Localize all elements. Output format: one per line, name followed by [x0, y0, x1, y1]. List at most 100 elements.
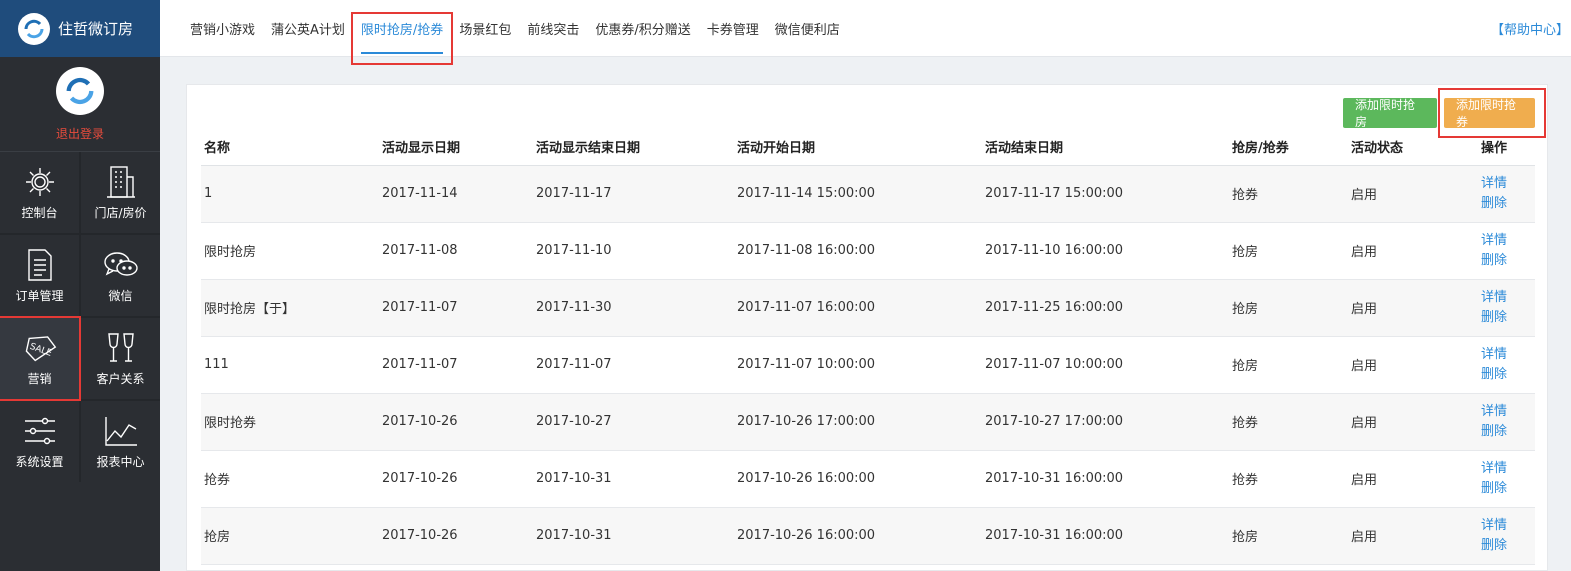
- tab-label: 微信便利店: [774, 22, 840, 38]
- column-header: 活动状态: [1348, 129, 1478, 166]
- cell-name: 抢券: [201, 450, 379, 508]
- help-center-link[interactable]: 【帮助中心】: [1491, 0, 1571, 57]
- table-row: 限时抢房【于】 2017-11-07 2017-11-30 2017-11-07…: [201, 279, 1535, 337]
- cell-display-date: 2017-11-14: [379, 165, 533, 223]
- nav-orders[interactable]: 订单管理: [0, 235, 79, 316]
- cell-display-date: 2017-10-26: [379, 393, 533, 451]
- detail-link[interactable]: 详情: [1481, 345, 1535, 365]
- tab-frontline-assault[interactable]: 前线突击: [519, 0, 587, 57]
- tab-label: 卡券管理: [706, 22, 759, 38]
- delete-link[interactable]: 删除: [1481, 194, 1535, 214]
- detail-link[interactable]: 详情: [1481, 231, 1535, 251]
- sale-tag-icon: SALE: [22, 331, 58, 365]
- column-header: 抢房/抢券: [1229, 129, 1348, 166]
- tab-marketing-games[interactable]: 营销小游戏: [182, 0, 263, 57]
- cell-status: 启用: [1348, 507, 1478, 565]
- cell-type: 抢房: [1229, 336, 1348, 394]
- cell-actions: 详情 删除: [1478, 450, 1535, 508]
- delete-link[interactable]: 删除: [1481, 536, 1535, 556]
- nav-wechat[interactable]: 微信: [81, 235, 160, 316]
- wechat-icon: [103, 248, 139, 282]
- delete-link[interactable]: 删除: [1481, 251, 1535, 271]
- cell-name: 限时抢券: [201, 393, 379, 451]
- table-row: 限时抢券 2017-10-26 2017-10-27 2017-10-26 17…: [201, 393, 1535, 451]
- cell-display-date: 2017-11-07: [379, 336, 533, 394]
- sun-gear-icon: [23, 165, 57, 199]
- table-row: 抢房 2017-10-26 2017-10-31 2017-10-26 16:0…: [201, 507, 1535, 565]
- cell-type: 抢房: [1229, 222, 1348, 280]
- cell-name: 限时抢房【于】: [201, 279, 379, 337]
- sidebar: 住哲微订房 退出登录 控制台 门店/房价 订单管理 微信 SALE 营销 客户关…: [0, 0, 160, 571]
- nav-label: 订单管理: [15, 288, 64, 303]
- main-nav: 控制台 门店/房价 订单管理 微信 SALE 营销 客户关系 系统设置 报表中心: [0, 152, 160, 482]
- top-tabs: 营销小游戏 蒲公英A计划 限时抢房/抢券 场景红包 前线突击 优惠券/积分赠送 …: [160, 0, 1571, 65]
- cell-end-date: 2017-10-31 16:00:00: [982, 507, 1229, 565]
- nav-store-price[interactable]: 门店/房价: [81, 152, 160, 233]
- tab-card-coupons[interactable]: 卡券管理: [699, 0, 767, 57]
- cell-display-end-date: 2017-11-30: [533, 279, 734, 337]
- cell-end-date: 2017-10-27 17:00:00: [982, 393, 1229, 451]
- logout-link[interactable]: 退出登录: [56, 125, 104, 142]
- tab-flash-sale[interactable]: 限时抢房/抢券: [350, 0, 454, 65]
- cell-type: 抢券: [1229, 450, 1348, 508]
- tab-scene-red-packet[interactable]: 场景红包: [451, 0, 519, 57]
- cell-status: 启用: [1348, 279, 1478, 337]
- nav-label: 客户关系: [96, 371, 145, 386]
- cell-status: 启用: [1348, 165, 1478, 223]
- cell-display-end-date: 2017-11-07: [533, 336, 734, 394]
- cell-display-date: 2017-11-08: [379, 222, 533, 280]
- nav-label: 报表中心: [96, 454, 145, 469]
- user-profile: 退出登录: [0, 57, 160, 152]
- cell-start-date: 2017-11-08 16:00:00: [734, 222, 982, 280]
- cell-status: 启用: [1348, 222, 1478, 280]
- tab-dandelion-plan[interactable]: 蒲公英A计划: [263, 0, 353, 57]
- cell-actions: 详情 删除: [1478, 507, 1535, 565]
- cell-name: 抢房: [201, 507, 379, 565]
- cell-display-end-date: 2017-11-10: [533, 222, 734, 280]
- document-icon: [26, 248, 54, 282]
- add-flash-coupon-button[interactable]: 添加限时抢券: [1444, 98, 1535, 129]
- detail-link[interactable]: 详情: [1481, 288, 1535, 308]
- detail-link[interactable]: 详情: [1481, 402, 1535, 422]
- cell-actions: 详情 删除: [1478, 222, 1535, 280]
- column-header: 活动显示结束日期: [533, 129, 734, 166]
- table-row: 1 2017-11-14 2017-11-17 2017-11-14 15:00…: [201, 165, 1535, 223]
- tab-wechat-store[interactable]: 微信便利店: [767, 0, 848, 57]
- brand-header[interactable]: 住哲微订房: [0, 0, 160, 57]
- delete-link[interactable]: 删除: [1481, 479, 1535, 499]
- cell-actions: 详情 删除: [1478, 393, 1535, 451]
- nav-label: 控制台: [21, 205, 58, 220]
- table-row: 抢券 2017-10-26 2017-10-31 2017-10-26 16:0…: [201, 450, 1535, 508]
- tab-label: 前线突击: [527, 22, 580, 38]
- tab-label: 营销小游戏: [190, 22, 256, 38]
- column-header: 活动结束日期: [982, 129, 1229, 166]
- cell-start-date: 2017-10-26 16:00:00: [734, 450, 982, 508]
- cell-name: 111: [201, 336, 379, 394]
- nav-customers[interactable]: 客户关系: [81, 318, 160, 399]
- column-header: 名称: [201, 129, 379, 166]
- add-flash-room-button[interactable]: 添加限时抢房: [1343, 98, 1437, 129]
- cell-end-date: 2017-10-31 16:00:00: [982, 450, 1229, 508]
- detail-link[interactable]: 详情: [1481, 174, 1535, 194]
- cell-end-date: 2017-11-17 15:00:00: [982, 165, 1229, 223]
- detail-link[interactable]: 详情: [1481, 516, 1535, 536]
- avatar[interactable]: [56, 66, 104, 115]
- cell-status: 启用: [1348, 450, 1478, 508]
- nav-reports[interactable]: 报表中心: [81, 401, 160, 482]
- table-row: 限时抢房 2017-11-08 2017-11-10 2017-11-08 16…: [201, 222, 1535, 280]
- brand-title: 住哲微订房: [58, 20, 134, 38]
- detail-link[interactable]: 详情: [1481, 459, 1535, 479]
- cell-start-date: 2017-11-07 10:00:00: [734, 336, 982, 394]
- nav-marketing[interactable]: SALE 营销: [0, 316, 81, 401]
- delete-link[interactable]: 删除: [1481, 365, 1535, 385]
- nav-settings[interactable]: 系统设置: [0, 401, 79, 482]
- delete-link[interactable]: 删除: [1481, 308, 1535, 328]
- tab-coupon-points[interactable]: 优惠券/积分赠送: [587, 0, 698, 57]
- cell-start-date: 2017-11-07 16:00:00: [734, 279, 982, 337]
- cell-display-end-date: 2017-10-31: [533, 450, 734, 508]
- delete-link[interactable]: 删除: [1481, 422, 1535, 442]
- nav-dashboard[interactable]: 控制台: [0, 152, 79, 233]
- cell-status: 启用: [1348, 393, 1478, 451]
- tab-label: 场景红包: [459, 22, 512, 38]
- cell-type: 抢房: [1229, 279, 1348, 337]
